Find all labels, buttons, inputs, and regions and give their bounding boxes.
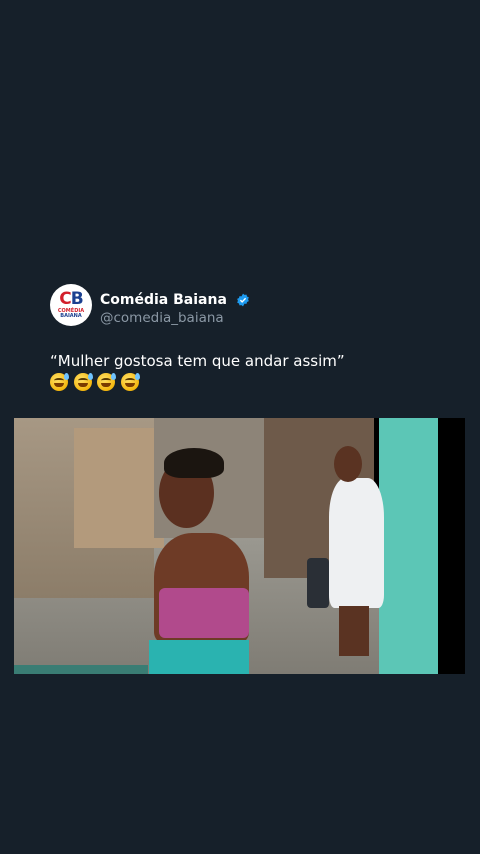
tweet-header: CB COMÉDIA BAIANA Comédia Baiana @comedi…: [50, 284, 450, 330]
author-display-name[interactable]: Comédia Baiana: [100, 292, 227, 308]
tweet-emojis: [50, 373, 144, 395]
avatar-subtitle: COMÉDIA BAIANA: [57, 308, 85, 319]
grinning-sweat-emoji-icon: [97, 373, 116, 391]
video-caption-strip: [14, 665, 148, 674]
grinning-sweat-emoji-icon: [73, 373, 93, 391]
grinning-sweat-emoji-icon: [50, 373, 69, 391]
grinning-sweat-emoji-icon: [120, 373, 140, 391]
author-handle[interactable]: @comedia_baiana: [100, 310, 250, 326]
verified-badge-icon: [237, 293, 249, 306]
author-names: Comédia Baiana @comedia_baiana: [100, 289, 250, 326]
tweet-text: “Mulher gostosa tem que andar assim”: [50, 352, 345, 370]
video-frame: [14, 418, 438, 674]
avatar-monogram: CB: [59, 289, 83, 309]
screen: CB COMÉDIA BAIANA Comédia Baiana @comedi…: [0, 0, 480, 854]
tweet-video[interactable]: [14, 418, 465, 674]
avatar[interactable]: CB COMÉDIA BAIANA: [50, 284, 92, 326]
